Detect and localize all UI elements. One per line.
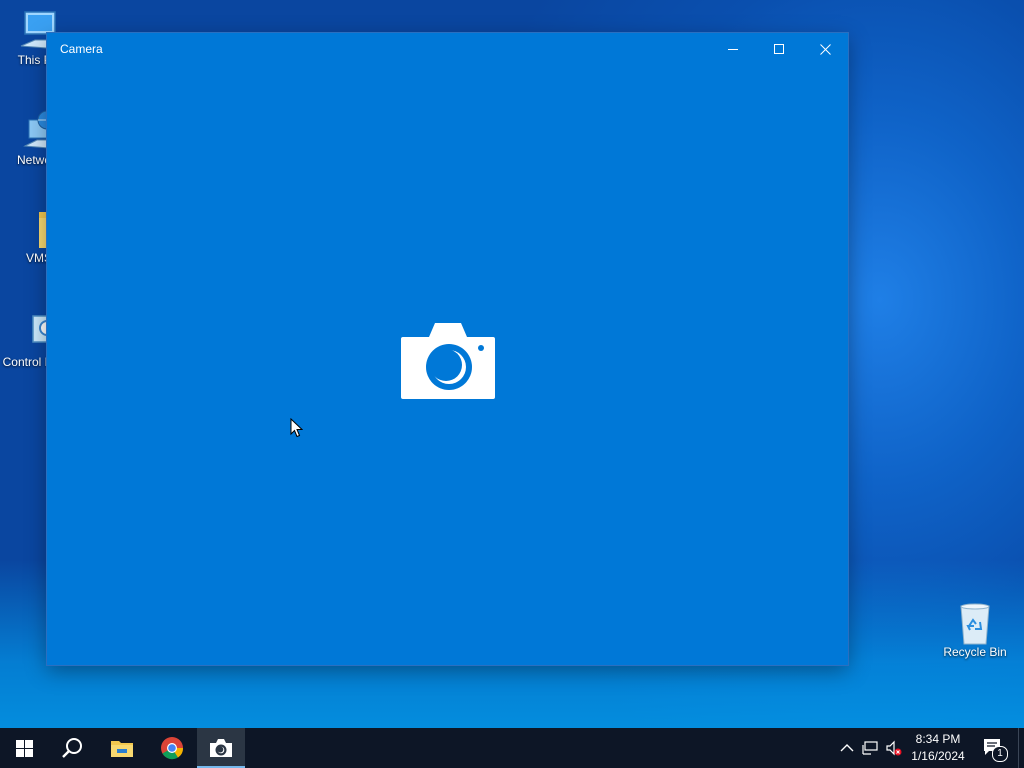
- chrome-button[interactable]: [148, 728, 196, 768]
- chevron-up-icon[interactable]: [839, 740, 855, 756]
- close-button[interactable]: [802, 33, 848, 65]
- camera-window[interactable]: Camera: [47, 33, 848, 665]
- start-icon: [15, 739, 33, 757]
- desktop-icon-recycle-bin[interactable]: Recycle Bin: [936, 602, 1014, 659]
- network-icon[interactable]: [862, 740, 878, 756]
- minimize-button[interactable]: [710, 33, 756, 65]
- action-center-button[interactable]: 1: [982, 736, 1008, 762]
- taskbar: 8:34 PM 1/16/2024 1: [0, 728, 1024, 768]
- desktop-icon-label: Recycle Bin: [943, 645, 1007, 659]
- search-button[interactable]: [48, 728, 96, 768]
- camera-icon: [210, 738, 232, 757]
- camera-placeholder-icon: [399, 323, 497, 406]
- notification-count-badge: 1: [992, 746, 1008, 762]
- file-explorer-icon: [111, 741, 133, 757]
- window-title: Camera: [60, 42, 103, 56]
- chrome-icon: [161, 737, 184, 760]
- clock-date: 1/16/2024: [911, 749, 965, 763]
- close-icon: [819, 43, 831, 55]
- clock-time: 8:34 PM: [915, 732, 961, 746]
- camera-taskbar-button[interactable]: [197, 728, 245, 768]
- maximize-button[interactable]: [756, 33, 802, 65]
- volume-muted-icon[interactable]: [886, 740, 902, 756]
- start-button[interactable]: [0, 728, 48, 768]
- system-clock[interactable]: 8:34 PM 1/16/2024: [905, 731, 971, 765]
- search-icon: [62, 738, 82, 758]
- show-desktop-button[interactable]: [1018, 728, 1024, 768]
- maximize-icon: [774, 44, 784, 54]
- file-explorer-button[interactable]: [98, 728, 146, 768]
- title-bar[interactable]: Camera: [47, 33, 848, 65]
- minimize-icon: [728, 49, 738, 50]
- recycle-bin-icon: [953, 602, 997, 645]
- mouse-cursor-icon: [290, 418, 303, 438]
